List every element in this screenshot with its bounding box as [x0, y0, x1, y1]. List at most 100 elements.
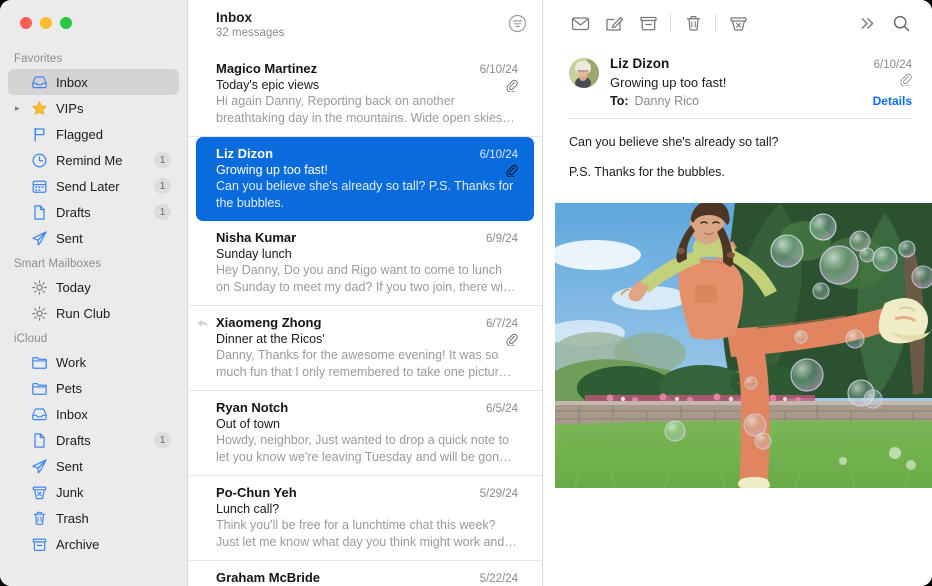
message-list-pane: Inbox 32 messages Magico Martinez6/10/24…: [187, 0, 543, 586]
message-subject: Growing up too fast!: [216, 163, 505, 177]
sidebar-item-inbox[interactable]: Inbox: [8, 401, 179, 427]
message-subject: Growing up too fast!: [610, 75, 899, 90]
message-list-item[interactable]: Graham McBride5/22/24Book ClubAre you fr…: [188, 561, 542, 586]
trash-icon: [30, 509, 49, 528]
sidebar: FavoritesInbox▸VIPsFlaggedRemind Me1Send…: [0, 0, 187, 586]
document-icon: [30, 431, 49, 450]
sidebar-item-label: Junk: [56, 485, 179, 500]
sidebar-item-today[interactable]: Today: [8, 274, 179, 300]
sidebar-item-sent[interactable]: Sent: [8, 225, 179, 251]
message-list-item[interactable]: Nisha Kumar6/9/24Sunday lunchHey Danny, …: [188, 221, 542, 306]
sidebar-item-label: Work: [56, 355, 179, 370]
avatar: [569, 58, 599, 88]
body-paragraph: P.S. Thanks for the bubbles.: [569, 163, 906, 182]
sidebar-item-junk[interactable]: Junk: [8, 479, 179, 505]
gear-icon: [30, 278, 49, 297]
sender-name: Liz Dizon: [610, 56, 874, 71]
message-preview: Hi again Danny, Reporting back on anothe…: [216, 93, 518, 126]
message-date: 6/10/24: [472, 64, 518, 76]
sidebar-item-label: Pets: [56, 381, 179, 396]
message-preview: Howdy, neighbor, Just wanted to drop a q…: [216, 432, 518, 465]
message-date: 5/29/24: [472, 488, 518, 500]
sidebar-item-work[interactable]: Work: [8, 349, 179, 375]
message-list-item[interactable]: Po-Chun Yeh5/29/24Lunch call?Think you'l…: [188, 476, 542, 561]
junk-button[interactable]: [721, 9, 755, 37]
message-subject: Out of town: [216, 417, 518, 431]
sidebar-item-label: Send Later: [56, 179, 154, 194]
sender-name: Graham McBride: [216, 570, 472, 585]
search-icon[interactable]: [884, 9, 918, 37]
flag-icon: [30, 125, 49, 144]
details-link[interactable]: Details: [873, 94, 912, 108]
message-list-header: Inbox 32 messages: [188, 0, 542, 52]
star-icon: [30, 99, 49, 118]
sidebar-item-label: Trash: [56, 511, 179, 526]
sidebar-item-archive[interactable]: Archive: [8, 531, 179, 557]
clock-icon: [30, 151, 49, 170]
compose-button[interactable]: [597, 9, 631, 37]
mark-unread-button[interactable]: [563, 9, 597, 37]
message-preview: Think you'll be free for a lunchtime cha…: [216, 517, 518, 550]
archive-icon: [30, 535, 49, 554]
sidebar-item-label: Sent: [56, 459, 179, 474]
paper-plane-icon: [30, 457, 49, 476]
sidebar-item-sent[interactable]: Sent: [8, 453, 179, 479]
message-preview: Hey Danny, Do you and Rigo want to come …: [216, 262, 518, 295]
sidebar-item-inbox[interactable]: Inbox: [8, 69, 179, 95]
message-subject: Sunday lunch: [216, 247, 518, 261]
chevron-right-icon[interactable]: ▸: [15, 95, 20, 121]
calendar-icon: [30, 177, 49, 196]
sidebar-item-drafts[interactable]: Drafts1: [8, 427, 179, 453]
reading-pane: Liz Dizon 6/10/24 Growing up too fast! T…: [543, 0, 932, 586]
sender-name: Ryan Notch: [216, 400, 478, 415]
sidebar-item-pets[interactable]: Pets: [8, 375, 179, 401]
zoom-button[interactable]: [60, 17, 72, 29]
junk-icon: [30, 483, 49, 502]
sidebar-item-send-later[interactable]: Send Later1: [8, 173, 179, 199]
sidebar-item-flagged[interactable]: Flagged: [8, 121, 179, 147]
sidebar-item-drafts[interactable]: Drafts1: [8, 199, 179, 225]
sidebar-section-header: Favorites: [0, 46, 187, 69]
inbox-icon: [30, 73, 49, 92]
minimize-button[interactable]: [40, 17, 52, 29]
filter-icon[interactable]: [506, 12, 528, 34]
mailbox-title: Inbox: [216, 10, 506, 25]
folder-icon: [30, 379, 49, 398]
sender-name: Po-Chun Yeh: [216, 485, 472, 500]
document-icon: [30, 203, 49, 222]
message-date: 6/10/24: [874, 59, 912, 71]
unread-badge: 1: [154, 432, 171, 448]
delete-button[interactable]: [676, 9, 710, 37]
replied-icon: [196, 317, 209, 330]
sidebar-item-label: Inbox: [56, 407, 179, 422]
sidebar-item-label: Inbox: [56, 75, 179, 90]
sidebar-item-vips[interactable]: ▸VIPs: [8, 95, 179, 121]
recipient-name: Danny Rico: [635, 94, 873, 108]
message-preview: Can you believe she's already so tall? P…: [216, 178, 518, 211]
message-list-item[interactable]: Magico Martinez6/10/24Today's epic views…: [188, 52, 542, 137]
mail-window: FavoritesInbox▸VIPsFlaggedRemind Me1Send…: [0, 0, 932, 586]
message-list-item[interactable]: Xiaomeng Zhong6/7/24Dinner at the Ricos'…: [188, 306, 542, 391]
close-button[interactable]: [20, 17, 32, 29]
paperclip-icon: [899, 73, 912, 91]
message-list-item[interactable]: Liz Dizon6/10/24Growing up too fast!Can …: [196, 137, 534, 221]
toolbar-separator: [670, 14, 671, 32]
sidebar-item-run-club[interactable]: Run Club: [8, 300, 179, 326]
sidebar-item-remind-me[interactable]: Remind Me1: [8, 147, 179, 173]
message-subject: Today's epic views: [216, 78, 505, 92]
unread-badge: 1: [154, 204, 171, 220]
message-date: 6/7/24: [478, 318, 518, 330]
sidebar-section-header: iCloud: [0, 326, 187, 349]
archive-button[interactable]: [631, 9, 665, 37]
chevron-double-right-icon[interactable]: [850, 9, 884, 37]
sender-name: Xiaomeng Zhong: [216, 315, 478, 330]
body-paragraph: Can you believe she's already so tall?: [569, 133, 906, 152]
message-list-item[interactable]: Ryan Notch6/5/24Out of townHowdy, neighb…: [188, 391, 542, 476]
sidebar-item-label: Archive: [56, 537, 179, 552]
message-photo-attachment[interactable]: [555, 203, 932, 488]
message-body: Can you believe she's already so tall? P…: [543, 119, 932, 183]
sender-name: Nisha Kumar: [216, 230, 478, 245]
gear-icon: [30, 304, 49, 323]
sidebar-item-trash[interactable]: Trash: [8, 505, 179, 531]
sidebar-item-label: Remind Me: [56, 153, 154, 168]
